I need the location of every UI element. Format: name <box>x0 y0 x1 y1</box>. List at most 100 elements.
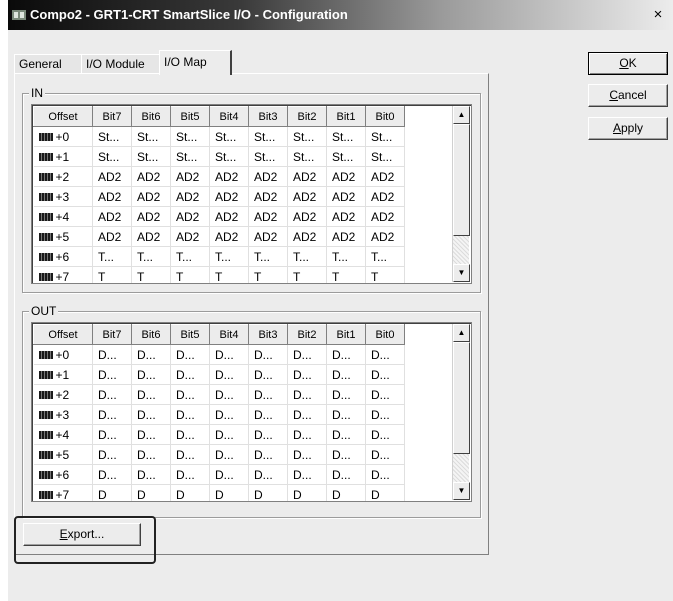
bit-cell[interactable]: D... <box>92 444 132 465</box>
bit-cell[interactable]: AD2 <box>170 226 210 247</box>
cancel-button[interactable]: Cancel <box>588 84 668 107</box>
bit-cell[interactable]: T... <box>248 246 288 267</box>
bit-cell[interactable]: D... <box>287 364 327 385</box>
bit-cell[interactable]: St... <box>326 146 366 167</box>
table-row[interactable]: +5 AD2 AD2 AD2 AD2 AD2 AD2 AD2 AD2 <box>33 226 405 247</box>
bit-cell[interactable]: AD2 <box>170 166 210 187</box>
bit-cell[interactable]: D... <box>209 424 249 445</box>
bit-cell[interactable]: St... <box>131 126 171 147</box>
bit-cell[interactable]: AD2 <box>92 166 132 187</box>
column-header[interactable]: Bit7 <box>92 106 132 127</box>
bit-cell[interactable]: D... <box>209 464 249 485</box>
bit-cell[interactable]: T <box>287 266 327 283</box>
bit-cell[interactable]: D... <box>170 464 210 485</box>
bit-cell[interactable]: D... <box>92 424 132 445</box>
out-scroll-up[interactable]: ▲ <box>453 324 470 342</box>
bit-cell[interactable]: D <box>170 484 210 501</box>
bit-cell[interactable]: St... <box>365 126 405 147</box>
bit-cell[interactable]: AD2 <box>326 226 366 247</box>
bit-cell[interactable]: St... <box>92 126 132 147</box>
bit-cell[interactable]: D... <box>248 364 288 385</box>
column-header[interactable]: Bit6 <box>131 324 171 345</box>
bit-cell[interactable]: D... <box>92 464 132 485</box>
bit-cell[interactable]: D... <box>365 404 405 425</box>
bit-cell[interactable]: T... <box>131 246 171 267</box>
column-header[interactable]: Bit1 <box>326 106 366 127</box>
bit-cell[interactable]: AD2 <box>287 166 327 187</box>
bit-cell[interactable]: D... <box>170 344 210 365</box>
column-header[interactable]: Bit4 <box>209 324 249 345</box>
bit-cell[interactable]: AD2 <box>248 226 288 247</box>
column-header[interactable]: Bit0 <box>365 106 405 127</box>
bit-cell[interactable]: D... <box>365 364 405 385</box>
bit-cell[interactable]: T <box>131 266 171 283</box>
table-row[interactable]: +6 T... T... T... T... T... T... T... T... <box>33 246 405 267</box>
column-header[interactable]: Bit6 <box>131 106 171 127</box>
bit-cell[interactable]: T <box>248 266 288 283</box>
column-header[interactable]: Bit0 <box>365 324 405 345</box>
bit-cell[interactable]: St... <box>170 126 210 147</box>
bit-cell[interactable]: D... <box>209 344 249 365</box>
table-row[interactable]: +7 T T T T T T T T <box>33 266 405 283</box>
in-grid[interactable]: Offset Bit7 Bit6 Bit5 Bit4 Bit3 Bit2 Bit1 Bit0 +… <box>31 104 472 284</box>
bit-cell[interactable]: T... <box>287 246 327 267</box>
bit-cell[interactable]: St... <box>209 126 249 147</box>
close-button[interactable]: × <box>650 7 666 23</box>
bit-cell[interactable]: T... <box>92 246 132 267</box>
bit-cell[interactable]: AD2 <box>326 186 366 207</box>
bit-cell[interactable]: St... <box>326 126 366 147</box>
bit-cell[interactable]: AD2 <box>131 206 171 227</box>
bit-cell[interactable]: AD2 <box>131 166 171 187</box>
bit-cell[interactable]: D... <box>287 464 327 485</box>
bit-cell[interactable]: AD2 <box>326 206 366 227</box>
bit-cell[interactable]: D... <box>248 424 288 445</box>
column-header[interactable]: Bit5 <box>170 324 210 345</box>
bit-cell[interactable]: D... <box>209 444 249 465</box>
bit-cell[interactable]: D... <box>170 364 210 385</box>
bit-cell[interactable]: D... <box>287 384 327 405</box>
bit-cell[interactable]: D... <box>131 444 171 465</box>
apply-button[interactable]: Apply <box>588 117 668 140</box>
bit-cell[interactable]: AD2 <box>365 206 405 227</box>
bit-cell[interactable]: D... <box>131 364 171 385</box>
column-header[interactable]: Bit3 <box>248 324 288 345</box>
bit-cell[interactable]: AD2 <box>248 206 288 227</box>
bit-cell[interactable]: St... <box>131 146 171 167</box>
bit-cell[interactable]: AD2 <box>209 226 249 247</box>
bit-cell[interactable]: D... <box>131 384 171 405</box>
in-scroll-down[interactable]: ▼ <box>453 264 470 282</box>
in-scrollbar[interactable]: ▲ ▼ <box>452 106 470 282</box>
bit-cell[interactable]: D <box>365 484 405 501</box>
bit-cell[interactable]: D... <box>365 384 405 405</box>
out-scroll-down[interactable]: ▼ <box>453 482 470 500</box>
bit-cell[interactable]: T <box>92 266 132 283</box>
bit-cell[interactable]: D... <box>131 424 171 445</box>
bit-cell[interactable]: D <box>248 484 288 501</box>
bit-cell[interactable]: T <box>326 266 366 283</box>
bit-cell[interactable]: St... <box>287 146 327 167</box>
out-scroll-thumb[interactable] <box>453 342 470 454</box>
bit-cell[interactable]: AD2 <box>209 206 249 227</box>
out-grid[interactable]: Offset Bit7 Bit6 Bit5 Bit4 Bit3 Bit2 Bit1 Bit0 +… <box>31 322 472 502</box>
table-row[interactable]: +5 D... D... D... D... D... D... D... D... <box>33 444 405 465</box>
bit-cell[interactable]: AD2 <box>170 206 210 227</box>
bit-cell[interactable]: D <box>209 484 249 501</box>
table-row[interactable]: +3 D... D... D... D... D... D... D... D... <box>33 404 405 425</box>
bit-cell[interactable]: D... <box>365 424 405 445</box>
bit-cell[interactable]: D... <box>170 404 210 425</box>
table-row[interactable]: +0 St... St... St... St... St... St... St... St.… <box>33 126 405 147</box>
bit-cell[interactable]: D <box>92 484 132 501</box>
bit-cell[interactable]: D... <box>326 404 366 425</box>
bit-cell[interactable]: D... <box>92 364 132 385</box>
bit-cell[interactable]: AD2 <box>92 186 132 207</box>
bit-cell[interactable]: St... <box>92 146 132 167</box>
bit-cell[interactable]: St... <box>170 146 210 167</box>
bit-cell[interactable]: AD2 <box>209 186 249 207</box>
bit-cell[interactable]: D... <box>326 424 366 445</box>
bit-cell[interactable]: St... <box>248 126 288 147</box>
bit-cell[interactable]: D... <box>287 404 327 425</box>
table-row[interactable]: +4 AD2 AD2 AD2 AD2 AD2 AD2 AD2 AD2 <box>33 206 405 227</box>
bit-cell[interactable]: D... <box>209 364 249 385</box>
bit-cell[interactable]: St... <box>365 146 405 167</box>
bit-cell[interactable]: AD2 <box>92 206 132 227</box>
